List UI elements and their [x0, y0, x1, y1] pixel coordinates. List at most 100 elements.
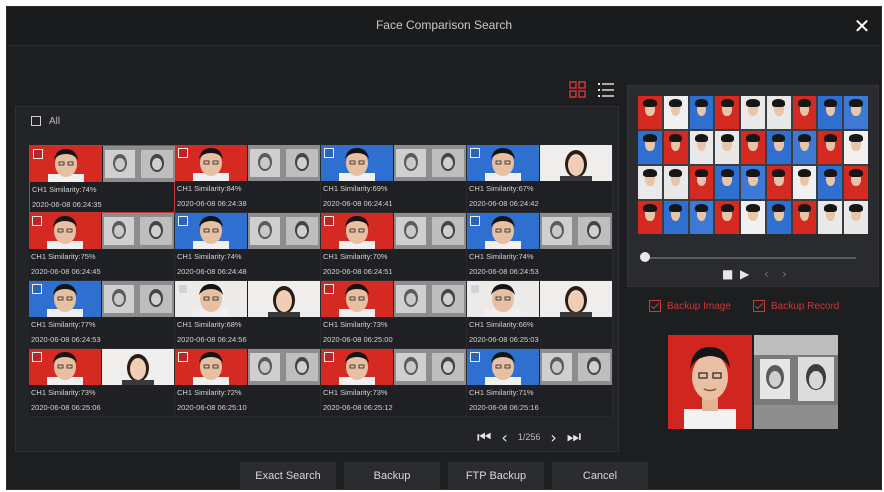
- face-tile: [689, 201, 714, 234]
- reference-face-thumbnail: [102, 213, 174, 249]
- reference-face-thumbnail: [540, 145, 612, 181]
- face-tile: [766, 131, 791, 164]
- face-tile: [715, 96, 740, 129]
- result-checkbox[interactable]: [33, 149, 43, 159]
- result-checkbox[interactable]: [32, 284, 42, 294]
- result-timestamp: 2020-06-08 06:24:41: [323, 199, 393, 208]
- page-indicator: 1/256: [517, 432, 541, 442]
- result-checkbox[interactable]: [470, 284, 480, 294]
- results-panel: All CH1 Similarity:74% 2020-06-08 06:24:…: [15, 106, 619, 452]
- result-card[interactable]: CH1 Similarity:74% 2020-06-08 06:24:35: [29, 145, 175, 213]
- result-timestamp: 2020-06-08 06:24:48: [177, 267, 247, 276]
- face-tile: [818, 131, 843, 164]
- prev-page-icon[interactable]: ‹: [501, 428, 507, 447]
- result-card[interactable]: CH1 Similarity:71% 2020-06-08 06:25:16: [467, 349, 613, 417]
- selected-match-detail: [668, 335, 838, 429]
- result-similarity: CH1 Similarity:67%: [469, 184, 534, 193]
- result-card[interactable]: CH1 Similarity:77% 2020-06-08 06:24:53: [29, 281, 175, 349]
- reference-face-thumbnail: [102, 281, 174, 317]
- exact-search-button[interactable]: Exact Search: [240, 462, 336, 490]
- backup-button[interactable]: Backup: [344, 462, 440, 490]
- results-grid: CH1 Similarity:74% 2020-06-08 06:24:35 C…: [29, 145, 613, 417]
- result-checkbox[interactable]: [470, 216, 480, 226]
- result-checkbox[interactable]: [178, 352, 188, 362]
- select-all[interactable]: All: [31, 113, 60, 129]
- reference-face-thumbnail: [394, 349, 466, 385]
- result-card[interactable]: CH1 Similarity:84% 2020-06-08 06:24:38: [175, 145, 321, 213]
- reference-preview: ■ ▶ ‹ ›: [627, 85, 879, 287]
- result-timestamp: 2020-06-08 06:24:35: [32, 200, 102, 209]
- result-checkbox[interactable]: [32, 352, 42, 362]
- result-card[interactable]: CH1 Similarity:74% 2020-06-08 06:24:48: [175, 213, 321, 281]
- select-all-checkbox[interactable]: [31, 116, 41, 126]
- face-tile: [741, 166, 765, 199]
- result-timestamp: 2020-06-08 06:24:51: [323, 267, 393, 276]
- ftp-backup-button[interactable]: FTP Backup: [448, 462, 544, 490]
- result-card[interactable]: CH1 Similarity:67% 2020-06-08 06:24:42: [467, 145, 613, 213]
- result-card[interactable]: CH1 Similarity:74% 2020-06-08 06:24:53: [467, 213, 613, 281]
- result-card[interactable]: CH1 Similarity:69% 2020-06-08 06:24:41: [321, 145, 467, 213]
- reference-face-thumbnail: [103, 146, 175, 182]
- result-timestamp: 2020-06-08 06:25:16: [469, 403, 539, 412]
- next-frame-icon[interactable]: ›: [782, 267, 787, 281]
- reference-face-thumbnail: [394, 145, 466, 181]
- result-similarity: CH1 Similarity:77%: [31, 320, 96, 329]
- close-icon[interactable]: ✕: [851, 15, 873, 37]
- result-checkbox[interactable]: [32, 216, 42, 226]
- face-tile: [818, 96, 843, 129]
- face-tile: [844, 201, 868, 234]
- result-similarity: CH1 Similarity:73%: [323, 388, 388, 397]
- playback-track[interactable]: [642, 257, 856, 259]
- face-tile: [792, 201, 817, 234]
- result-checkbox[interactable]: [324, 284, 334, 294]
- result-checkbox[interactable]: [178, 216, 188, 226]
- reference-face-thumbnail: [540, 213, 612, 249]
- result-checkbox[interactable]: [470, 148, 480, 158]
- result-checkbox[interactable]: [324, 216, 334, 226]
- backup-image-option[interactable]: Backup Image: [649, 300, 731, 312]
- result-card[interactable]: CH1 Similarity:73% 2020-06-08 06:25:00: [321, 281, 467, 349]
- result-card[interactable]: CH1 Similarity:66% 2020-06-08 06:25:03: [467, 281, 613, 349]
- face-tile: [766, 166, 791, 199]
- result-timestamp: 2020-06-08 06:25:00: [323, 335, 393, 344]
- result-checkbox[interactable]: [324, 148, 334, 158]
- result-timestamp: 2020-06-08 06:25:10: [177, 403, 247, 412]
- backup-image-checkbox[interactable]: [649, 300, 661, 312]
- first-page-icon[interactable]: ⏮: [477, 427, 491, 447]
- last-page-icon[interactable]: ⏭: [567, 427, 581, 447]
- stop-icon[interactable]: ■: [722, 267, 733, 281]
- result-card[interactable]: CH1 Similarity:68% 2020-06-08 06:24:56: [175, 281, 321, 349]
- face-tile: [844, 166, 868, 199]
- result-checkbox[interactable]: [178, 148, 188, 158]
- result-card[interactable]: CH1 Similarity:73% 2020-06-08 06:25:06: [29, 349, 175, 417]
- result-checkbox[interactable]: [324, 352, 334, 362]
- result-card[interactable]: CH1 Similarity:72% 2020-06-08 06:25:10: [175, 349, 321, 417]
- result-timestamp: 2020-06-08 06:25:06: [31, 403, 101, 412]
- result-similarity: CH1 Similarity:84%: [177, 184, 242, 193]
- playback-knob[interactable]: [640, 252, 650, 262]
- cancel-button[interactable]: Cancel: [552, 462, 648, 490]
- result-checkbox[interactable]: [178, 284, 188, 294]
- reference-face-thumbnail: [102, 349, 174, 385]
- face-tile: [766, 96, 791, 129]
- next-page-icon[interactable]: ›: [550, 428, 556, 447]
- result-card[interactable]: CH1 Similarity:73% 2020-06-08 06:25:12: [321, 349, 467, 417]
- result-timestamp: 2020-06-08 06:25:03: [469, 335, 539, 344]
- prev-frame-icon[interactable]: ‹: [764, 267, 769, 281]
- result-timestamp: 2020-06-08 06:24:56: [177, 335, 247, 344]
- list-view-icon[interactable]: [597, 81, 615, 99]
- result-timestamp: 2020-06-08 06:24:38: [177, 199, 247, 208]
- result-timestamp: 2020-06-08 06:24:53: [31, 335, 101, 344]
- play-icon[interactable]: ▶: [740, 267, 749, 281]
- result-card[interactable]: CH1 Similarity:75% 2020-06-08 06:24:45: [29, 213, 175, 281]
- result-similarity: CH1 Similarity:72%: [177, 388, 242, 397]
- reference-face-thumbnail: [248, 281, 320, 317]
- grid-view-icon[interactable]: [569, 81, 587, 99]
- result-card[interactable]: CH1 Similarity:70% 2020-06-08 06:24:51: [321, 213, 467, 281]
- result-timestamp: 2020-06-08 06:24:45: [31, 267, 101, 276]
- backup-record-option[interactable]: Backup Record: [753, 300, 839, 312]
- result-checkbox[interactable]: [470, 352, 480, 362]
- reference-face-thumbnail: [248, 349, 320, 385]
- result-similarity: CH1 Similarity:73%: [323, 320, 388, 329]
- backup-record-checkbox[interactable]: [753, 300, 765, 312]
